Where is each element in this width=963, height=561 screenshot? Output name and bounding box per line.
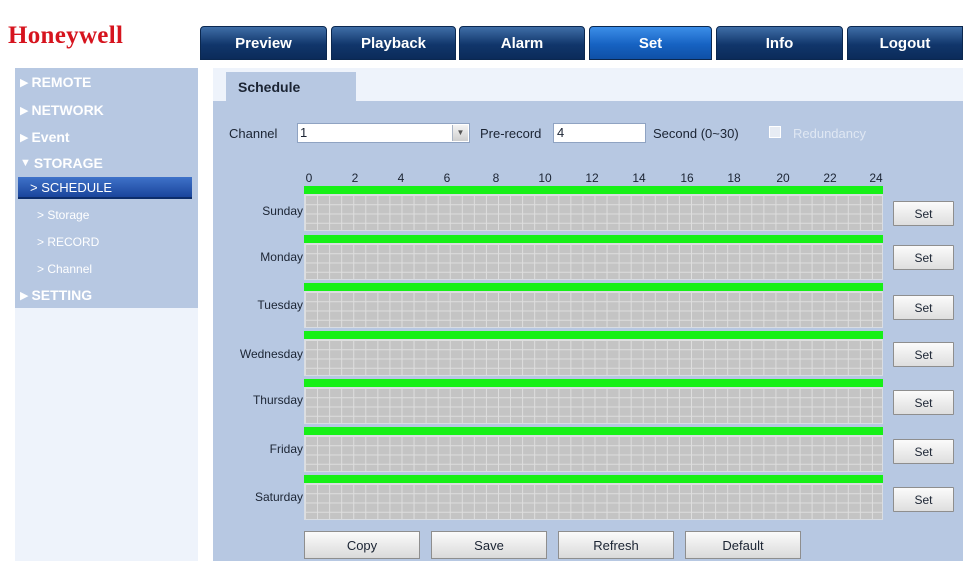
sidebar-item-remote[interactable]: ▶ REMOTE	[15, 71, 198, 93]
hour-label: 6	[443, 171, 451, 185]
triangle-right-icon: ▶	[20, 289, 29, 302]
tab-set[interactable]: Set	[589, 26, 712, 60]
prerecord-input[interactable]: 4	[553, 123, 646, 143]
dropdown-arrow-icon[interactable]: ▼	[452, 125, 468, 141]
tab-preview[interactable]: Preview	[200, 26, 327, 60]
hour-label: 16	[680, 171, 694, 185]
set-button-tuesday[interactable]: Set	[893, 295, 954, 320]
triangle-right-icon: ▶	[20, 104, 29, 117]
sidebar-item-label: NETWORK	[31, 102, 104, 118]
schedule-grid-friday[interactable]	[304, 435, 883, 472]
schedule-grid-wednesday[interactable]	[304, 339, 883, 376]
sidebar-item-network[interactable]: ▶ NETWORK	[15, 99, 198, 121]
day-label-thursday: Thursday	[252, 393, 303, 407]
hour-label: 20	[776, 171, 790, 185]
triangle-right-icon: ▶	[20, 131, 29, 144]
sidebar-item-label: Event	[31, 129, 70, 145]
schedule-grid-monday[interactable]	[304, 243, 883, 280]
save-button[interactable]: Save	[431, 531, 547, 559]
triangle-right-icon: ▶	[20, 76, 29, 89]
sidebar-item-storage[interactable]: ▼ STORAGE	[15, 152, 198, 174]
hour-label: 0	[305, 171, 313, 185]
recording-bar	[304, 283, 883, 291]
tab-alarm[interactable]: Alarm	[459, 26, 585, 60]
schedule-grid-tuesday[interactable]	[304, 291, 883, 328]
hour-label: 18	[727, 171, 741, 185]
tab-schedule[interactable]: Schedule	[226, 72, 356, 101]
triangle-down-icon: ▼	[20, 157, 31, 169]
sidebar-item-label: REMOTE	[31, 74, 92, 90]
hour-label: 14	[632, 171, 646, 185]
day-label-sunday: Sunday	[262, 204, 303, 218]
hour-label: 24	[869, 171, 883, 185]
header: Honeywell Preview Playback Alarm Set Inf…	[0, 0, 963, 64]
day-label-monday: Monday	[260, 250, 303, 264]
refresh-button[interactable]: Refresh	[558, 531, 674, 559]
day-label-tuesday: Tuesday	[257, 298, 303, 312]
hour-label: 4	[397, 171, 405, 185]
recording-bar	[304, 235, 883, 243]
sidebar: ▶ REMOTE ▶ NETWORK ▶ Event ▼ STORAGE > SCHED…	[15, 68, 198, 561]
day-label-friday: Friday	[269, 442, 303, 456]
sidebar-item-label: STORAGE	[33, 155, 103, 171]
recording-bar	[304, 379, 883, 387]
redundancy-checkbox[interactable]	[769, 126, 781, 138]
main-panel: Schedule Channel 1 ▼ Pre-record 4 Second…	[213, 68, 963, 561]
channel-select[interactable]: 1 ▼	[297, 123, 470, 143]
hour-label: 22	[823, 171, 837, 185]
recording-bar	[304, 331, 883, 339]
schedule-grid-sunday[interactable]	[304, 194, 883, 231]
redundancy-label: Redundancy	[793, 126, 866, 141]
copy-button[interactable]: Copy	[304, 531, 420, 559]
recording-bar	[304, 475, 883, 483]
second-range-label: Second (0~30)	[653, 126, 739, 141]
default-button[interactable]: Default	[685, 531, 801, 559]
recording-bar	[304, 186, 883, 194]
set-button-thursday[interactable]: Set	[893, 390, 954, 415]
tab-strip: Schedule	[213, 68, 963, 101]
prerecord-label: Pre-record	[480, 126, 542, 141]
hour-label: 12	[585, 171, 599, 185]
set-button-monday[interactable]: Set	[893, 245, 954, 270]
tab-info[interactable]: Info	[716, 26, 843, 60]
tab-playback[interactable]: Playback	[331, 26, 456, 60]
set-button-saturday[interactable]: Set	[893, 487, 954, 512]
set-button-friday[interactable]: Set	[893, 439, 954, 464]
hour-label: 10	[538, 171, 552, 185]
day-label-wednesday: Wednesday	[239, 347, 303, 361]
sidebar-item-record[interactable]: > RECORD	[15, 231, 198, 253]
top-nav: Preview Playback Alarm Set Info Logout	[200, 26, 963, 60]
sidebar-item-setting[interactable]: ▶ SETTING	[15, 284, 198, 306]
sidebar-item-storage-sub[interactable]: > Storage	[15, 204, 198, 226]
hour-label: 8	[492, 171, 500, 185]
hour-label: 2	[351, 171, 359, 185]
channel-label: Channel	[229, 126, 278, 141]
day-label-saturday: Saturday	[254, 490, 303, 504]
tab-logout[interactable]: Logout	[847, 26, 963, 60]
set-button-sunday[interactable]: Set	[893, 201, 954, 226]
set-button-wednesday[interactable]: Set	[893, 342, 954, 367]
schedule-grid-saturday[interactable]	[304, 483, 883, 520]
sidebar-item-label: SETTING	[31, 287, 93, 303]
channel-value: 1	[300, 125, 308, 140]
recording-bar	[304, 427, 883, 435]
sidebar-item-event[interactable]: ▶ Event	[15, 126, 198, 148]
sidebar-item-schedule[interactable]: > SCHEDULE	[18, 177, 192, 199]
honeywell-logo: Honeywell	[8, 22, 124, 49]
schedule-grid-thursday[interactable]	[304, 387, 883, 424]
sidebar-item-channel[interactable]: > Channel	[15, 258, 198, 280]
